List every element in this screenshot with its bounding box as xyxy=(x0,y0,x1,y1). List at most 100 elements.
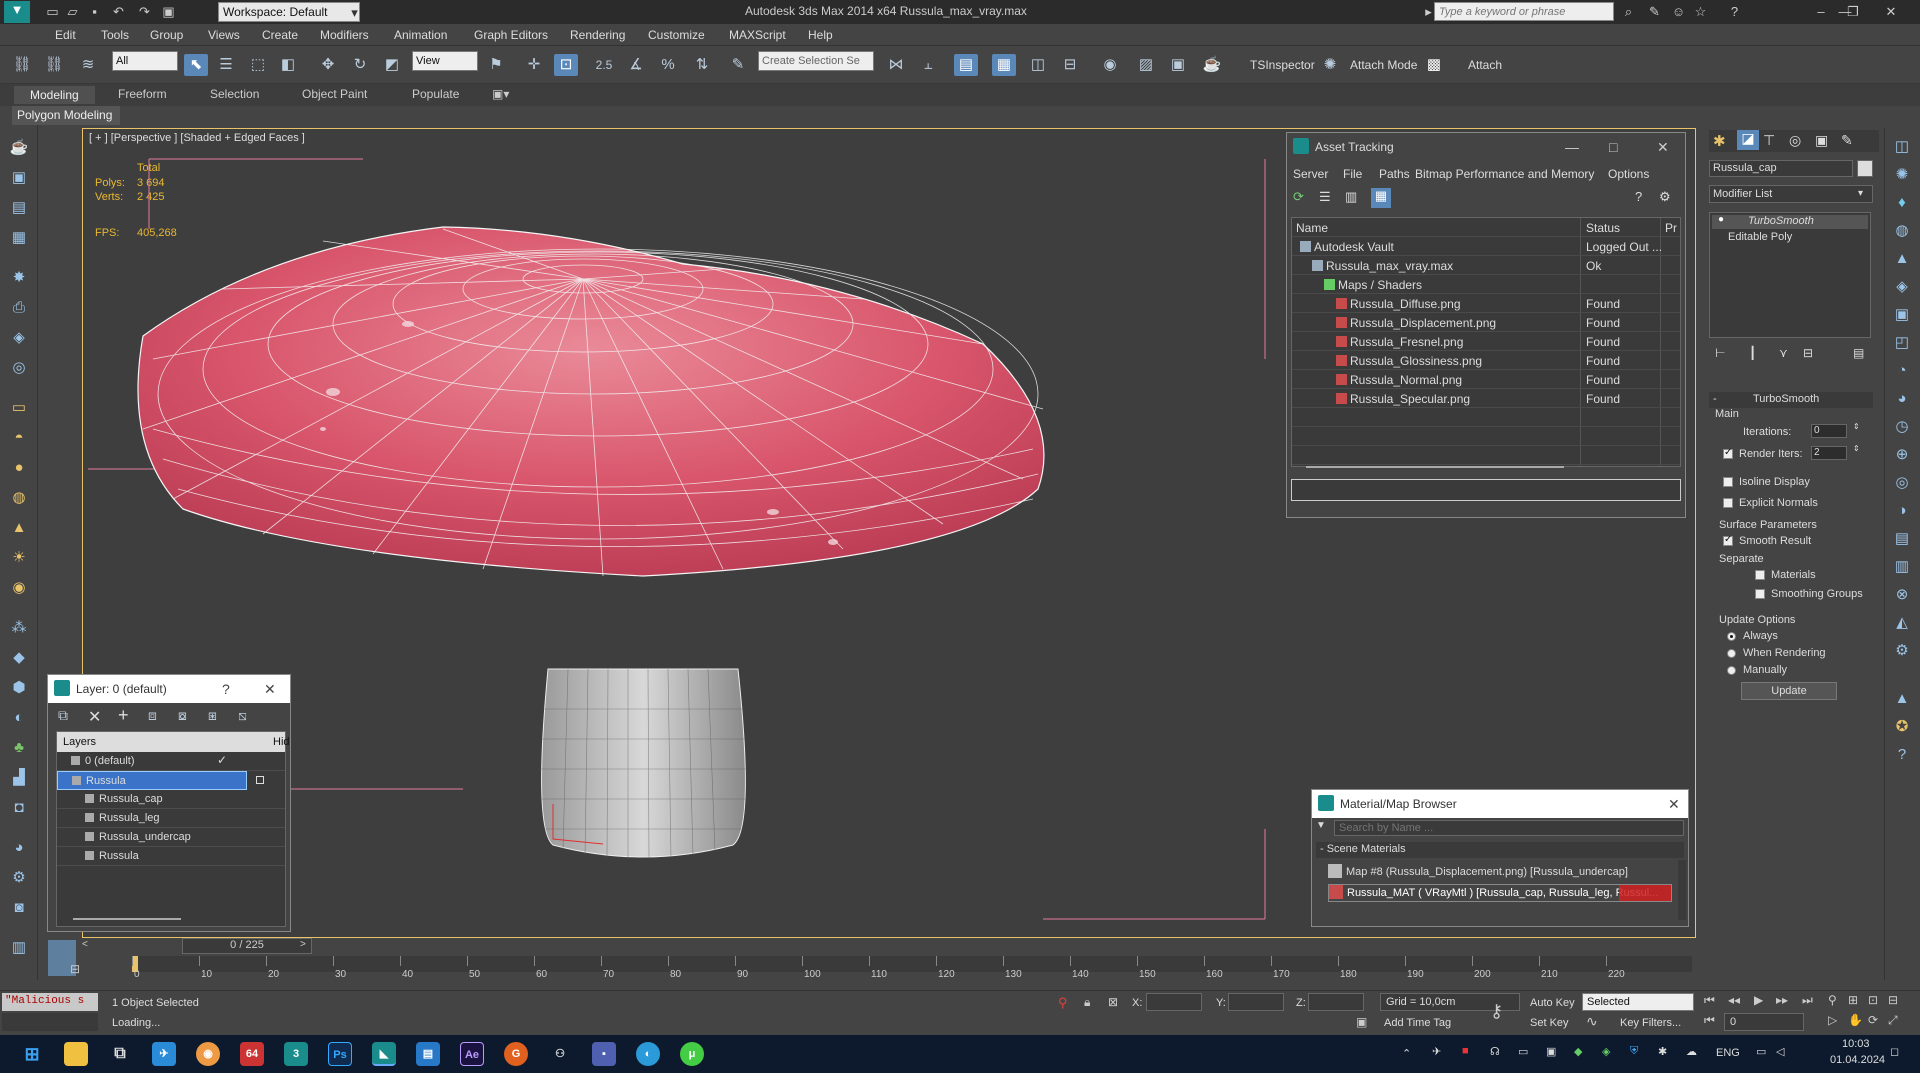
save-icon[interactable]: ▪ xyxy=(86,3,103,20)
vray-proxy-icon[interactable]: ▣ xyxy=(1891,304,1913,326)
windows-start-icon[interactable]: ⊞ xyxy=(20,1042,44,1066)
menu-views[interactable]: Views xyxy=(208,28,240,42)
tray-network-icon[interactable]: ✱ xyxy=(1658,1045,1667,1058)
ribbon-toggle-icon[interactable]: ▦ xyxy=(992,54,1016,76)
clock-date[interactable]: 01.04.2024 xyxy=(1830,1054,1885,1066)
asset-row[interactable]: Russula_max_vray.max Ok xyxy=(1292,256,1680,275)
turbosmooth-rollout-header[interactable]: - TurboSmooth xyxy=(1709,392,1873,408)
z-coordinate-field[interactable] xyxy=(1308,993,1364,1011)
snap-toggle-icon[interactable]: 2.5 xyxy=(592,54,616,76)
column-proxy[interactable]: Pr xyxy=(1665,221,1677,235)
ribbon-options-icon[interactable]: ▣▾ xyxy=(492,87,509,101)
layer-explorer-titlebar[interactable]: Layer: 0 (default) ? ✕ xyxy=(48,675,290,703)
add-icon[interactable]: + xyxy=(118,705,142,725)
tray-volume-icon[interactable]: ◁ xyxy=(1776,1045,1784,1058)
layer-row[interactable]: Russula_undercap xyxy=(57,828,285,847)
minimize-button[interactable]: – xyxy=(1806,2,1836,22)
asset-menu-bitmap-performance[interactable]: Bitmap Performance and Memory xyxy=(1415,167,1594,181)
curve-editor-icon[interactable]: ◫ xyxy=(1026,54,1050,76)
vray-mesh-icon[interactable]: ◈ xyxy=(1891,276,1913,298)
workspace-dropdown[interactable]: Workspace: Default xyxy=(218,2,360,22)
maxscript-listener[interactable]: "Malicious s xyxy=(2,993,98,1011)
next-key-icon[interactable]: ▸▸ xyxy=(1776,993,1788,1007)
zoom-all-icon[interactable]: ⊞ xyxy=(1848,993,1858,1007)
modify-tab-icon[interactable]: ◪ xyxy=(1737,130,1759,150)
delete-icon[interactable]: ✕ xyxy=(88,707,112,727)
mirror-icon[interactable]: ⋈ xyxy=(884,54,908,76)
attach-mode-label[interactable]: Attach Mode xyxy=(1350,58,1417,72)
reference-coord-dropdown[interactable]: View xyxy=(412,51,478,71)
tray-monitor-icon[interactable]: ▣ xyxy=(1546,1045,1556,1058)
layer-row[interactable]: 0 (default) ✓ xyxy=(57,752,285,771)
prev-key-icon[interactable]: ◂◂ xyxy=(1728,993,1740,1007)
modifier-list-dropdown[interactable]: Modifier List ▾ xyxy=(1709,185,1873,203)
asset-row[interactable]: Russula_Fresnel.png Found xyxy=(1292,332,1680,351)
vray-render-icon[interactable]: ◑ xyxy=(1891,500,1913,522)
project-folder-icon[interactable]: ▣ xyxy=(160,3,177,20)
material-item[interactable]: Map #8 (Russula_Displacement.png) [Russu… xyxy=(1328,864,1668,882)
align-icon[interactable]: ⫠ xyxy=(916,54,940,76)
help-icon[interactable]: ? xyxy=(1726,3,1743,20)
clock-time[interactable]: 10:03 xyxy=(1842,1038,1870,1050)
undo-icon[interactable]: ↶ xyxy=(110,3,127,20)
vray-plane-icon[interactable]: ◔ xyxy=(1891,360,1913,382)
maxscript-output[interactable] xyxy=(2,1013,98,1031)
layer-row[interactable]: Russula xyxy=(57,847,285,866)
close-icon[interactable]: ✕ xyxy=(264,681,276,698)
spinner-snap-icon[interactable]: ⇅ xyxy=(690,54,714,76)
plane-icon[interactable]: ▭ xyxy=(8,397,30,419)
tray-cloud-icon[interactable]: ☁ xyxy=(1686,1045,1697,1058)
unlink-icon[interactable]: ⛓ xyxy=(42,54,66,76)
polygon-modeling-panel[interactable]: Polygon Modeling xyxy=(12,106,120,125)
menu-help[interactable]: Help xyxy=(808,28,833,42)
render-iters-checkbox[interactable] xyxy=(1723,447,1733,459)
lock-icon[interactable]: 🔒︎ xyxy=(1084,995,1090,1010)
set-key-button[interactable]: Set Key xyxy=(1530,1017,1569,1029)
asset-menu-server[interactable]: Server xyxy=(1293,167,1328,181)
refresh-icon[interactable]: ⟳ xyxy=(1293,189,1313,207)
thumbnail-icon[interactable]: ▥ xyxy=(1345,189,1365,207)
task-view-icon[interactable]: ⧉ xyxy=(108,1042,132,1066)
menu-group[interactable]: Group xyxy=(150,28,183,42)
orbit-icon[interactable]: ⟳ xyxy=(1868,1013,1878,1027)
tab-object-paint[interactable]: Object Paint xyxy=(302,87,367,101)
auto-key-button[interactable]: Auto Key xyxy=(1530,997,1575,1009)
chrome-icon[interactable]: ◉ xyxy=(196,1042,220,1066)
column-hidden[interactable]: Hid xyxy=(273,736,290,748)
when-rendering-radio[interactable] xyxy=(1727,649,1736,658)
zoom-extents-all-icon[interactable]: ⊟ xyxy=(1888,993,1898,1007)
tray-telegram-icon[interactable]: ✈ xyxy=(1432,1045,1441,1058)
camera-icon[interactable]: ⎙ xyxy=(8,297,30,319)
lightbulb-icon[interactable]: ● xyxy=(1718,214,1724,225)
document-icon[interactable]: ▤ xyxy=(8,197,30,219)
smoothing-groups-checkbox[interactable] xyxy=(1755,589,1765,599)
tools-icon[interactable]: ✎ xyxy=(1646,3,1663,20)
tsinspector-label[interactable]: TSInspector xyxy=(1250,58,1315,72)
tray-security-icon[interactable]: ⛨ xyxy=(1630,1045,1638,1058)
tray-display-icon[interactable]: ▭ xyxy=(1518,1045,1528,1058)
table-view-icon[interactable]: ▦ xyxy=(1371,188,1391,208)
add-time-tag[interactable]: Add Time Tag xyxy=(1384,1017,1451,1029)
asset-row[interactable]: Russula_Normal.png Found xyxy=(1292,370,1680,389)
rect-selection-icon[interactable]: ⬚ xyxy=(246,54,270,76)
rendered-frame-icon[interactable]: ▣ xyxy=(1166,54,1190,76)
pan-icon[interactable]: ✋ xyxy=(1848,1013,1863,1027)
create-selection-set-dropdown[interactable]: Create Selection Se xyxy=(758,51,874,71)
column-name[interactable]: Name xyxy=(1296,221,1328,235)
box-icon[interactable]: ▣ xyxy=(8,167,30,189)
tab-populate[interactable]: Populate xyxy=(412,87,459,101)
object-name-field[interactable]: Russula_cap xyxy=(1709,160,1853,177)
key-filters-button[interactable]: Key Filters... xyxy=(1620,1017,1681,1029)
isolate-icon[interactable]: ⚲ xyxy=(1058,995,1068,1011)
cone-icon[interactable]: ▲ xyxy=(8,517,30,539)
angle-snap-icon[interactable]: ∡ xyxy=(624,54,648,76)
material-item-selected[interactable]: Russula_MAT ( VRayMtl ) [Russula_cap, Ru… xyxy=(1328,884,1672,902)
show-end-result-icon[interactable]: ┃ xyxy=(1749,346,1756,360)
user-icon[interactable]: ☺ xyxy=(1670,3,1687,20)
material-editor-icon[interactable]: ◉ xyxy=(1098,54,1122,76)
notepad-icon[interactable]: ▤ xyxy=(416,1042,440,1066)
go-to-end-icon[interactable]: ⏭ xyxy=(1802,993,1813,1008)
edit-named-selection-icon[interactable]: ✎ xyxy=(726,54,750,76)
tools-bottom-icon[interactable]: ▥ xyxy=(8,937,30,959)
app-64-icon[interactable]: 64 xyxy=(240,1042,264,1066)
